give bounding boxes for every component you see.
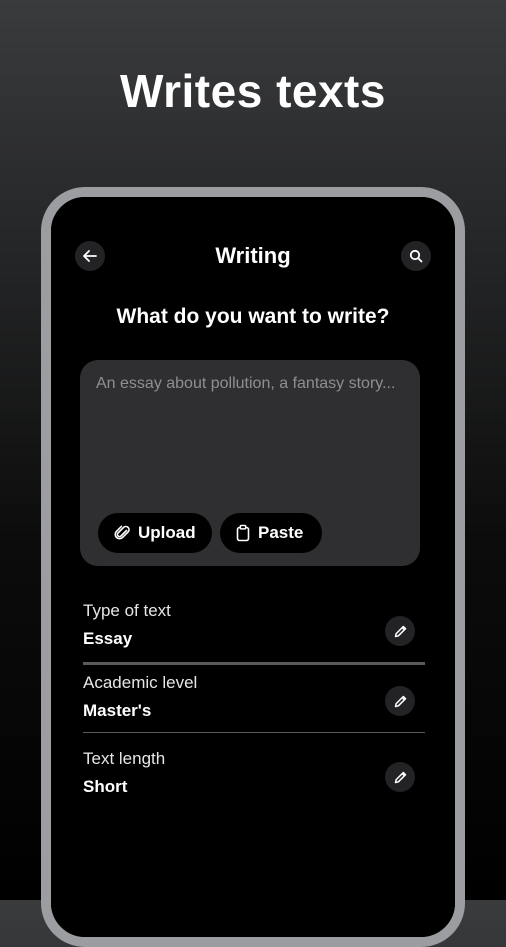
pencil-icon (394, 625, 406, 637)
setting-label: Type of text (83, 601, 171, 620)
writing-screen: Writing What do you want to write? An es… (51, 197, 455, 937)
search-icon (409, 249, 423, 263)
screen-title: Writing (215, 243, 291, 268)
edit-text-length-button[interactable] (385, 762, 415, 792)
setting-value: Master's (83, 701, 152, 720)
upload-button[interactable]: Upload (98, 513, 212, 553)
arrow-left-icon (83, 250, 97, 262)
setting-academic-level[interactable]: Academic level Master's (83, 673, 415, 725)
back-button[interactable] (75, 241, 105, 271)
top-bar: Writing (75, 241, 431, 271)
upload-button-label: Upload (138, 523, 196, 542)
pencil-icon (394, 771, 406, 783)
divider (83, 662, 425, 665)
setting-value: Short (83, 777, 128, 796)
promo-headline: Writes texts (120, 65, 386, 117)
paperclip-icon (114, 524, 132, 542)
edit-academic-level-button[interactable] (385, 686, 415, 716)
search-button[interactable] (401, 241, 431, 271)
phone-frame: Writing What do you want to write? An es… (41, 187, 465, 947)
prompt-input[interactable] (96, 372, 396, 502)
setting-label: Text length (83, 749, 166, 768)
clipboard-icon (234, 524, 252, 542)
setting-value: Essay (83, 629, 133, 648)
paste-button[interactable]: Paste (220, 513, 322, 553)
edit-type-of-text-button[interactable] (385, 616, 415, 646)
divider (83, 732, 425, 733)
setting-type-of-text[interactable]: Type of text Essay (83, 601, 415, 653)
setting-label: Academic level (83, 673, 198, 692)
setting-text-length[interactable]: Text length Short (83, 749, 415, 801)
prompt-question: What do you want to write? (116, 305, 390, 328)
prompt-card: Upload Paste (80, 360, 420, 566)
pencil-icon (394, 695, 406, 707)
paste-button-label: Paste (258, 523, 304, 542)
